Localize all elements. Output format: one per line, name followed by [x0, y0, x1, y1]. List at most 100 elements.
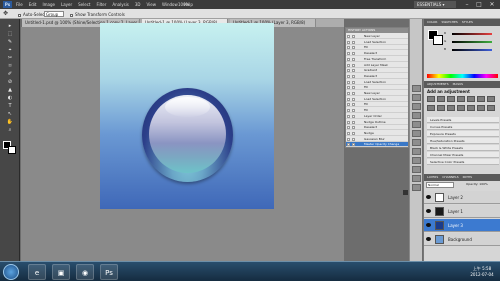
action-dialog-checkbox[interactable] — [352, 120, 355, 124]
move-tool-icon[interactable]: ✥ — [3, 11, 11, 17]
layer-row[interactable]: Layer 2 — [424, 191, 500, 204]
action-dialog-checkbox[interactable] — [352, 137, 355, 141]
action-toggle-checkbox[interactable] — [347, 131, 350, 135]
dock-panel-icon[interactable] — [412, 157, 421, 164]
workspace-switcher[interactable]: ESSENTIALS ▾ — [414, 1, 456, 8]
action-dialog-checkbox[interactable] — [352, 40, 355, 44]
layer-row[interactable]: Layer 3 — [424, 219, 500, 232]
dock-panel-icon[interactable] — [412, 175, 421, 182]
tool-icon-13[interactable]: ⌕ — [2, 127, 18, 134]
tool-icon-8[interactable]: ▲ — [2, 87, 18, 94]
layer-row[interactable]: Layer 1 — [424, 205, 500, 218]
channel-slider-b[interactable] — [452, 49, 492, 51]
taskbar-app-icon[interactable]: Ps — [100, 264, 118, 280]
adjustment-icon[interactable] — [477, 96, 485, 102]
action-toggle-checkbox[interactable] — [347, 114, 350, 118]
adjustment-icon[interactable] — [447, 105, 455, 111]
action-toggle-checkbox[interactable] — [347, 120, 350, 124]
menu-3d[interactable]: 3D — [135, 2, 141, 7]
adjustment-icon[interactable] — [477, 105, 485, 111]
dock-panel-icon[interactable] — [412, 94, 421, 101]
adjustment-icon[interactable] — [437, 96, 445, 102]
adjustment-icon[interactable] — [427, 96, 435, 102]
action-row[interactable]: Deselect — [346, 74, 408, 79]
adjustment-icon[interactable] — [437, 105, 445, 111]
preset-item[interactable]: Black & White Presets — [427, 145, 499, 151]
zoom-level[interactable]: 100% — [178, 2, 189, 7]
panel-tab-swatches[interactable]: SWATCHES — [441, 20, 457, 24]
action-toggle-checkbox[interactable] — [347, 97, 350, 101]
channel-slider-r[interactable] — [452, 33, 492, 35]
adjustment-icon[interactable] — [467, 105, 475, 111]
action-dialog-checkbox[interactable] — [352, 131, 355, 135]
panel-tab-masks[interactable]: MASKS — [453, 82, 463, 86]
action-toggle-checkbox[interactable] — [347, 35, 350, 38]
menu-window[interactable]: Window — [162, 2, 178, 7]
tool-icon-2[interactable]: ✎ — [2, 39, 18, 46]
action-row[interactable]: New Layer — [346, 91, 408, 96]
taskbar-app-icon[interactable]: e — [28, 264, 46, 280]
adjustment-icon[interactable] — [487, 96, 495, 102]
preset-item[interactable]: Exposure Presets — [427, 131, 499, 137]
action-row[interactable]: Fill — [346, 108, 408, 114]
menu-filter[interactable]: Filter — [96, 2, 106, 7]
tool-icon-0[interactable]: ▸ — [2, 23, 18, 30]
blend-mode-dropdown[interactable]: Normal — [426, 182, 454, 188]
action-dialog-checkbox[interactable] — [352, 74, 355, 78]
action-row[interactable]: Master Opacity Change — [346, 142, 408, 148]
adjustment-icon[interactable] — [487, 105, 495, 111]
dock-panel-icon[interactable] — [412, 103, 421, 110]
action-toggle-checkbox[interactable] — [347, 137, 350, 141]
taskbar-app-icon[interactable]: ◉ — [76, 264, 94, 280]
dock-panel-icon[interactable] — [412, 112, 421, 119]
action-toggle-checkbox[interactable] — [347, 103, 350, 107]
adjustment-icon[interactable] — [457, 96, 465, 102]
visibility-eye-icon[interactable] — [426, 195, 431, 199]
menu-analysis[interactable]: Analysis — [112, 2, 128, 7]
action-dialog-checkbox[interactable] — [352, 57, 355, 61]
background-color-swatch[interactable] — [433, 35, 443, 45]
tool-icon-1[interactable]: ⬚ — [2, 31, 18, 38]
tool-icon-5[interactable]: ⌑ — [2, 63, 18, 70]
auto-select-dropdown[interactable]: Group — [44, 11, 64, 17]
menu-file[interactable]: File — [16, 2, 23, 7]
action-toggle-checkbox[interactable] — [347, 69, 350, 73]
opacity-field[interactable]: Opacity: 100% — [466, 182, 488, 186]
action-row[interactable]: Gaussian Blur — [346, 137, 408, 142]
auto-select-checkbox[interactable] — [18, 13, 21, 17]
action-dialog-checkbox[interactable] — [352, 143, 355, 147]
panel-tab-color[interactable]: COLOR — [427, 20, 437, 24]
tool-icon-11[interactable]: ↖ — [2, 111, 18, 118]
dock-panel-icon[interactable] — [412, 148, 421, 155]
action-dialog-checkbox[interactable] — [352, 114, 355, 118]
action-toggle-checkbox[interactable] — [347, 80, 350, 84]
system-clock[interactable]: 上午 5:58 2012-07-04 — [466, 266, 498, 278]
preset-item[interactable]: Curves Presets — [427, 124, 499, 130]
menu-layer[interactable]: Layer — [61, 2, 72, 7]
action-dialog-checkbox[interactable] — [352, 80, 355, 84]
action-row[interactable]: Load Selection — [346, 97, 408, 102]
action-toggle-checkbox[interactable] — [347, 52, 350, 56]
visibility-eye-icon[interactable] — [426, 209, 431, 213]
menu-edit[interactable]: Edit — [29, 2, 37, 7]
preset-item[interactable]: Selective Color Presets — [427, 159, 499, 165]
tool-icon-6[interactable]: ✐ — [2, 71, 18, 78]
action-row[interactable]: Load Selection — [346, 40, 408, 45]
transform-checkbox[interactable] — [70, 13, 73, 17]
start-button[interactable] — [3, 264, 19, 280]
tool-icon-4[interactable]: ✂ — [2, 55, 18, 62]
visibility-eye-icon[interactable] — [426, 223, 431, 227]
action-row[interactable]: Layer Order — [346, 114, 408, 119]
visibility-eye-icon[interactable] — [426, 237, 431, 241]
menu-image[interactable]: Image — [42, 2, 55, 7]
action-toggle-checkbox[interactable] — [347, 126, 350, 130]
maximize-button[interactable]: □ — [474, 1, 484, 8]
adjustments-panel-tabs[interactable]: ADJUSTMENTS MASKS — [424, 81, 500, 88]
tool-icon-12[interactable]: ✋ — [2, 119, 18, 126]
action-row[interactable]: Add Layer Mask — [346, 63, 408, 68]
tool-icon-9[interactable]: ◐ — [2, 95, 18, 102]
adjustment-icon[interactable] — [467, 96, 475, 102]
panel-tab-layers[interactable]: LAYERS — [427, 175, 438, 179]
action-toggle-checkbox[interactable] — [347, 109, 350, 113]
action-dialog-checkbox[interactable] — [352, 86, 355, 90]
